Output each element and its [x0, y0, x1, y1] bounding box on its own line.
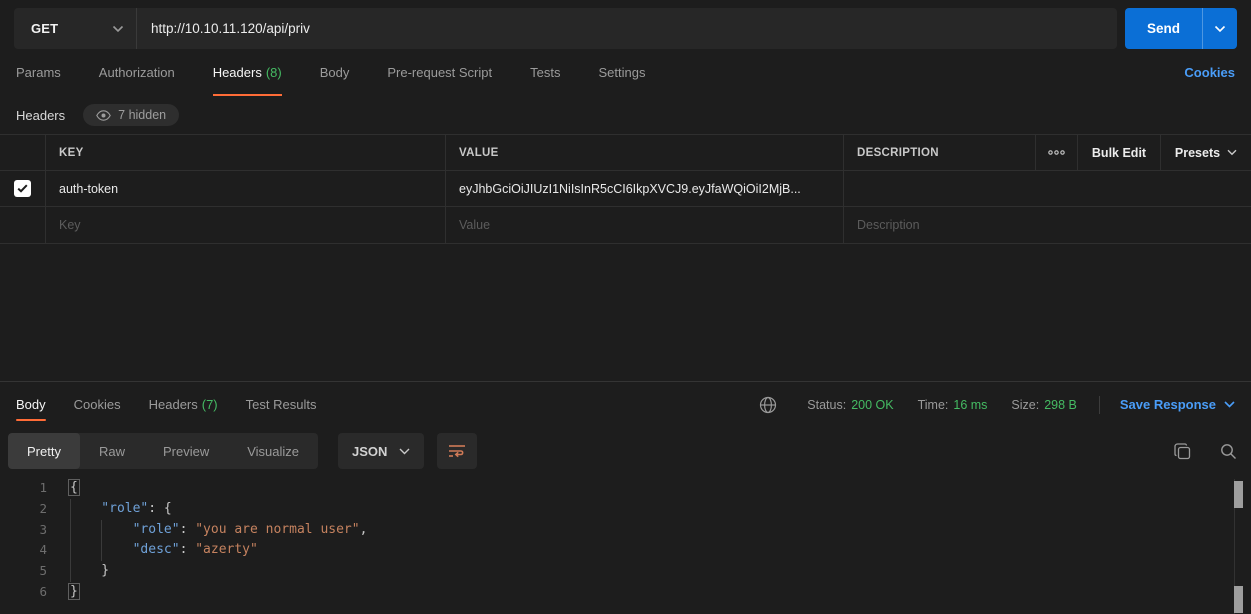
chevron-down-icon — [1224, 401, 1235, 408]
wrap-text-icon — [448, 443, 466, 459]
status-value: 200 OK — [851, 398, 893, 412]
send-split-button: Send — [1125, 8, 1237, 49]
tab-params[interactable]: Params — [16, 49, 61, 96]
row-checkbox[interactable] — [14, 180, 31, 197]
header-description-cell[interactable] — [843, 171, 1251, 206]
tab-tests[interactable]: Tests — [530, 49, 560, 96]
copy-icon[interactable] — [1167, 436, 1197, 466]
url-input[interactable] — [137, 8, 1117, 49]
headers-table: KEY VALUE DESCRIPTION Bulk Edit Presets … — [0, 134, 1251, 244]
code-line: } — [70, 582, 1251, 603]
status-indicator: Status: 200 OK — [807, 398, 893, 412]
line-number: 3 — [0, 520, 47, 541]
response-meta: Status: 200 OK Time: 16 ms Size: 298 B S… — [753, 382, 1235, 427]
globe-icon[interactable] — [753, 390, 783, 420]
new-description-cell[interactable]: Description — [843, 207, 1251, 243]
tab-settings[interactable]: Settings — [598, 49, 645, 96]
code-gutter: 123456 — [0, 478, 56, 614]
cookies-link[interactable]: Cookies — [1184, 49, 1235, 96]
view-tab-preview[interactable]: Preview — [144, 433, 228, 469]
row-checkbox-cell — [0, 207, 45, 243]
response-tab-test-results[interactable]: Test Results — [246, 382, 317, 427]
code-line: { — [70, 478, 1251, 499]
line-number: 2 — [0, 499, 47, 520]
method-label: GET — [31, 21, 58, 36]
line-number: 6 — [0, 582, 47, 603]
presets-dropdown[interactable]: Presets — [1160, 135, 1251, 170]
scrollbar-thumb[interactable] — [1234, 586, 1243, 613]
send-options-button[interactable] — [1202, 8, 1237, 49]
response-tab-body[interactable]: Body — [16, 382, 46, 427]
description-column-header: DESCRIPTION — [843, 135, 1035, 170]
spacer — [344, 382, 753, 427]
tab-pre-request-script[interactable]: Pre-request Script — [387, 49, 492, 96]
request-pane-empty-space — [0, 244, 1251, 381]
headers-section-title: Headers — [16, 108, 65, 123]
tab-body[interactable]: Body — [320, 49, 350, 96]
view-tab-visualize[interactable]: Visualize — [228, 433, 318, 469]
search-icon[interactable] — [1213, 436, 1243, 466]
row-checkbox-cell — [0, 171, 45, 206]
line-number: 4 — [0, 540, 47, 561]
save-response-dropdown[interactable]: Save Response — [1120, 397, 1235, 412]
code-lines: {"role": {"role": "you are normal user",… — [56, 478, 1251, 614]
bulk-edit-button[interactable]: Bulk Edit — [1077, 135, 1160, 170]
response-tab-headers[interactable]: Headers (7) — [149, 382, 218, 427]
chevron-down-icon — [1227, 149, 1237, 156]
hidden-headers-label: 7 hidden — [118, 108, 166, 122]
chevron-down-icon — [1214, 25, 1226, 33]
more-options-icon — [1048, 150, 1065, 155]
new-value-cell[interactable]: Value — [445, 207, 843, 243]
size-value: 298 B — [1044, 398, 1077, 412]
format-dropdown[interactable]: JSON — [338, 433, 424, 469]
request-tabs: Params Authorization Headers (8) Body Pr… — [0, 49, 1251, 96]
table-header-row: KEY VALUE DESCRIPTION Bulk Edit Presets — [0, 135, 1251, 171]
time-indicator: Time: 16 ms — [918, 398, 988, 412]
tab-authorization[interactable]: Authorization — [99, 49, 175, 96]
response-body-viewer[interactable]: 123456 {"role": {"role": "you are normal… — [0, 471, 1251, 614]
time-value: 16 ms — [953, 398, 987, 412]
size-indicator: Size: 298 B — [1011, 398, 1076, 412]
select-all-cell — [0, 135, 45, 170]
code-line: } — [70, 561, 1251, 582]
chevron-down-icon — [399, 448, 410, 455]
key-column-header: KEY — [45, 135, 445, 170]
view-tab-pretty[interactable]: Pretty — [8, 433, 80, 469]
code-line: "role": "you are normal user", — [70, 520, 1251, 541]
wrap-text-button[interactable] — [437, 433, 477, 469]
line-number: 5 — [0, 561, 47, 582]
hidden-headers-toggle[interactable]: 7 hidden — [83, 104, 179, 126]
response-tab-cookies[interactable]: Cookies — [74, 382, 121, 427]
new-key-cell[interactable]: Key — [45, 207, 445, 243]
response-toolbar: Pretty Raw Preview Visualize JSON — [0, 427, 1251, 471]
response-tabs: Body Cookies Headers (7) Test Results St… — [0, 382, 1251, 427]
code-line: "desc": "azerty" — [70, 540, 1251, 561]
tab-headers[interactable]: Headers (8) — [213, 49, 282, 96]
response-headers-count-badge: (7) — [202, 397, 218, 412]
chevron-down-icon — [112, 25, 124, 33]
new-header-row: Key Value Description — [0, 207, 1251, 243]
spacer — [683, 49, 1184, 96]
view-tab-raw[interactable]: Raw — [80, 433, 144, 469]
url-box: GET — [14, 8, 1117, 49]
line-number: 1 — [0, 478, 47, 499]
response-view-switcher: Pretty Raw Preview Visualize — [8, 433, 318, 469]
method-select[interactable]: GET — [14, 8, 137, 49]
headers-count-badge: (8) — [266, 65, 282, 80]
eye-icon — [96, 110, 111, 121]
send-button[interactable]: Send — [1125, 8, 1202, 49]
scrollbar-thumb[interactable] — [1234, 481, 1243, 508]
value-column-header: VALUE — [445, 135, 843, 170]
request-url-bar: GET Send — [0, 0, 1251, 49]
header-value-cell[interactable]: eyJhbGciOiJIUzI1NiIsInR5cCI6IkpXVCJ9.eyJ… — [445, 171, 843, 206]
headers-subrow: Headers 7 hidden — [0, 96, 1251, 134]
response-pane: Body Cookies Headers (7) Test Results St… — [0, 381, 1251, 614]
divider — [1099, 396, 1100, 414]
header-key-cell[interactable]: auth-token — [45, 171, 445, 206]
header-row-auth-token: auth-token eyJhbGciOiJIUzI1NiIsInR5cCI6I… — [0, 171, 1251, 207]
more-options-button[interactable] — [1035, 135, 1077, 170]
code-line: "role": { — [70, 499, 1251, 520]
